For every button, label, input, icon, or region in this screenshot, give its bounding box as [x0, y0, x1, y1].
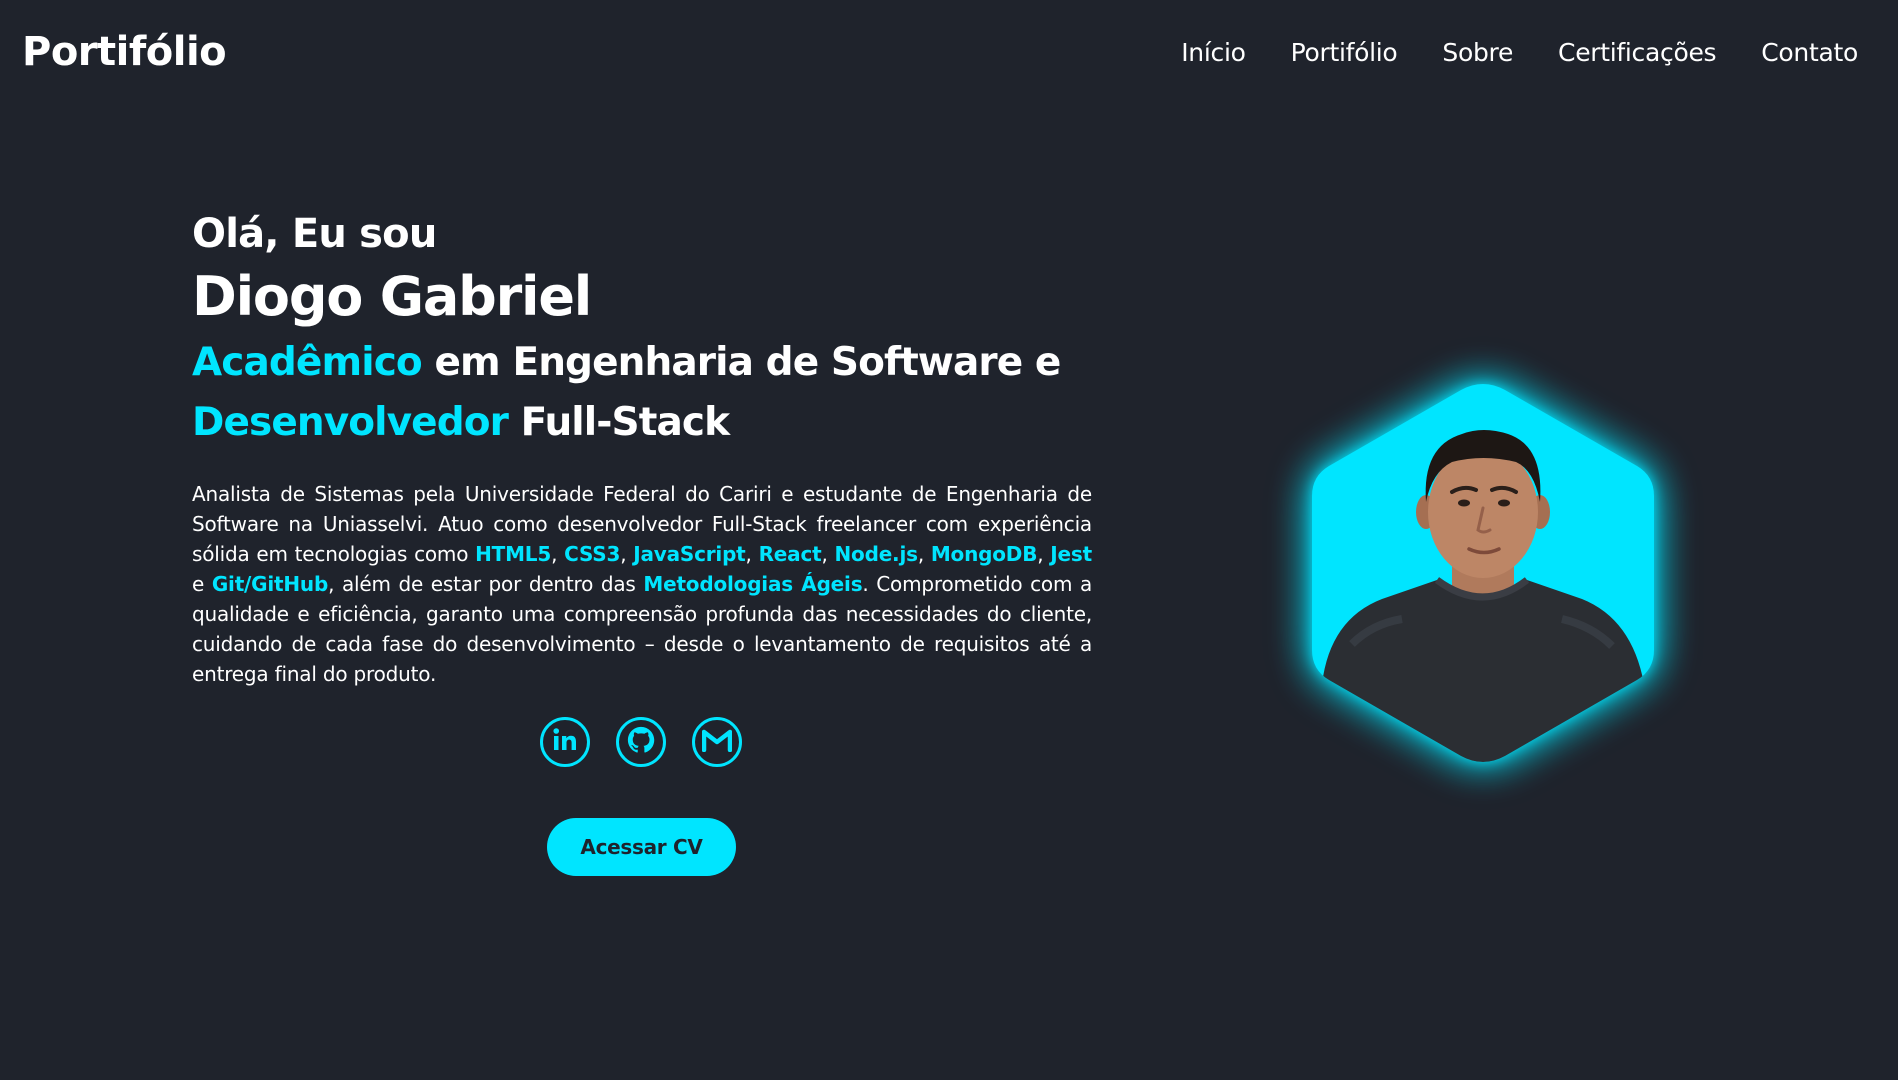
about-paragraph: Analista de Sistemas pela Universidade F… — [192, 479, 1092, 689]
github-link[interactable] — [616, 717, 666, 767]
site-header: Portifólio Início Portifólio Sobre Certi… — [0, 0, 1898, 104]
role-line-1: Acadêmico em Engenharia de Software e — [192, 333, 1092, 393]
tech-separator: , — [917, 542, 931, 566]
gmail-icon — [701, 728, 733, 756]
greeting-text: Olá, Eu sou — [192, 211, 437, 257]
github-icon — [626, 725, 656, 759]
tech-css3: CSS3 — [564, 542, 621, 566]
tech-agile: Metodologias Ágeis — [643, 572, 863, 596]
nav-link-contato[interactable]: Contato — [1761, 38, 1858, 67]
hero-intro: Olá, Eu sou Diogo Gabriel Acadêmico em E… — [192, 205, 1092, 689]
hexagon-avatar — [1312, 384, 1654, 762]
tech-separator: , — [551, 542, 565, 566]
linkedin-icon — [551, 726, 579, 758]
main-nav: Início Portifólio Sobre Certificações Co… — [1181, 38, 1858, 67]
role-line-1-text: em Engenharia de Software e — [421, 340, 1061, 385]
role-accent-desenvolvedor: Desenvolvedor — [192, 400, 509, 445]
profile-photo — [1312, 384, 1654, 762]
tech-nodejs: Node.js — [834, 542, 919, 566]
nav-link-portfolio[interactable]: Portifólio — [1291, 38, 1398, 67]
tech-git-github: Git/GitHub — [211, 572, 329, 596]
tech-separator: , — [821, 542, 835, 566]
tech-react: React — [758, 542, 822, 566]
gmail-link[interactable] — [692, 717, 742, 767]
access-cv-button[interactable]: Acessar CV — [547, 818, 736, 876]
tech-separator: , — [1037, 542, 1051, 566]
nav-link-certificacoes[interactable]: Certificações — [1558, 38, 1717, 67]
tech-jest: Jest — [1050, 542, 1092, 566]
nav-link-inicio[interactable]: Início — [1181, 38, 1246, 67]
social-links — [540, 717, 742, 767]
tech-mongodb: MongoDB — [930, 542, 1038, 566]
site-logo[interactable]: Portifólio — [22, 29, 227, 75]
tech-separator: , — [745, 542, 759, 566]
tech-html5: HTML5 — [475, 542, 552, 566]
role-line-2: Desenvolvedor Full-Stack — [192, 393, 1092, 453]
role-accent-academico: Acadêmico — [192, 340, 423, 385]
about-text-2: , além de estar por dentro das — [328, 572, 644, 596]
tech-and: e — [192, 572, 212, 596]
person-name: Diogo Gabriel — [192, 265, 592, 328]
linkedin-link[interactable] — [540, 717, 590, 767]
tech-separator: , — [620, 542, 634, 566]
tech-javascript: JavaScript — [633, 542, 746, 566]
nav-link-sobre[interactable]: Sobre — [1442, 38, 1513, 67]
role-line-2-text: Full-Stack — [507, 400, 730, 445]
